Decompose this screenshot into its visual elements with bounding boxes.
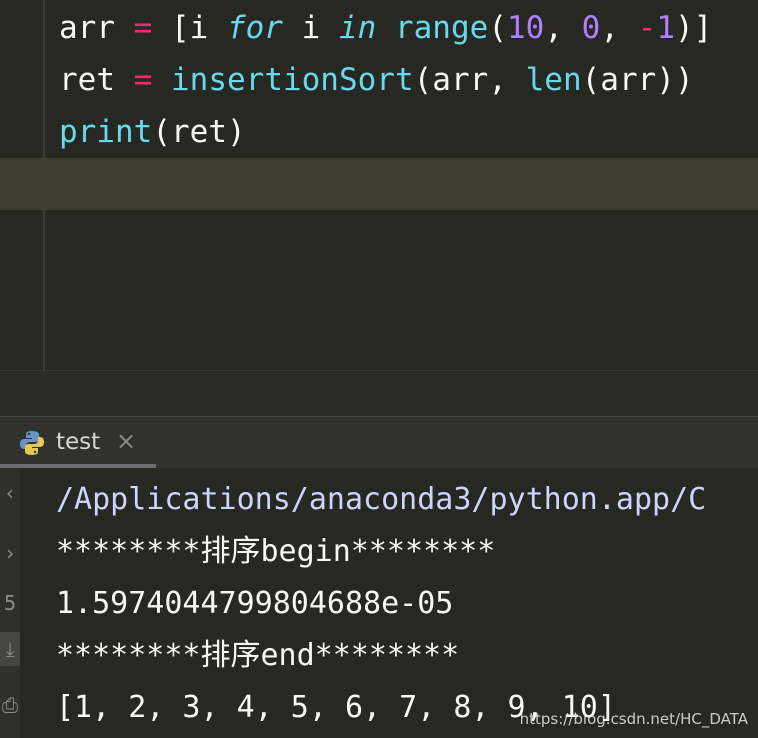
print-icon[interactable]: ⎙ [0, 688, 20, 722]
run-console[interactable]: ‹ › 5 ⤓ ⎙ /Applications/anaconda3/python… [0, 468, 758, 738]
run-tab-label: test [56, 429, 101, 455]
console-line-sort-end: ********排序end******** [56, 638, 460, 673]
console-toolbar: ‹ › 5 ⤓ ⎙ [0, 468, 20, 738]
close-icon[interactable]: × [116, 427, 136, 455]
code-line-1[interactable]: arr = [i for i in range(10, 0, -1)] [59, 2, 712, 54]
console-line-interpreter-path: /Applications/anaconda3/python.app/C [56, 482, 707, 517]
run-tab-test[interactable]: test × [0, 417, 156, 469]
run-tool-window-tabs: test × [0, 416, 758, 469]
python-icon [20, 431, 44, 455]
watermark-text: https://blog.csdn.net/HC_DATA [519, 710, 748, 728]
rerun-icon[interactable]: 5 [0, 586, 20, 620]
console-line-elapsed-time: 1.5974044799804688e-05 [56, 586, 454, 621]
scroll-up-icon[interactable]: ‹ [0, 476, 20, 510]
console-line-sort-begin: ********排序begin******** [56, 534, 496, 569]
code-editor[interactable]: arr = [i for i in range(10, 0, -1)] ret … [0, 0, 758, 370]
panel-separator [0, 370, 758, 417]
scroll-to-end-icon[interactable]: ⤓ [0, 632, 20, 666]
code-line-3[interactable]: print(ret) [59, 106, 246, 158]
current-line-highlight [0, 158, 758, 210]
scroll-down-icon[interactable]: › [0, 536, 20, 570]
code-line-2[interactable]: ret = insertionSort(arr, len(arr)) [59, 54, 694, 106]
